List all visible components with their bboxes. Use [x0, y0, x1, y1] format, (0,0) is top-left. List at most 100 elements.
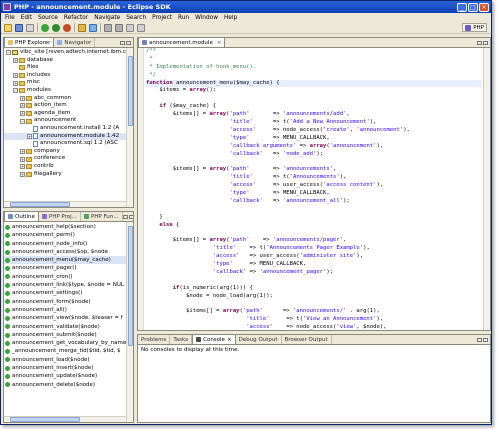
run-icon[interactable]	[52, 23, 60, 32]
expand-icon[interactable]: +	[20, 171, 25, 177]
title-bar[interactable]: PHP - announcement.module - Eclipse SDK …	[1, 1, 491, 13]
menu-refactor[interactable]: Refactor	[64, 15, 88, 21]
outline-item[interactable]: announcement_insert($node)	[4, 364, 133, 372]
outline-item[interactable]: announcement_delete($node)	[4, 381, 133, 389]
tree-item[interactable]: + agenda_item	[4, 110, 133, 118]
tab-problems[interactable]: Problems	[138, 335, 171, 344]
tree-item[interactable]: announcement.install 1.2 (A	[4, 125, 133, 133]
menu-navigate[interactable]: Navigate	[94, 15, 120, 21]
open-type-icon[interactable]	[78, 23, 86, 32]
tree-item[interactable]: + misc	[4, 79, 133, 87]
overview-ruler[interactable]	[483, 48, 490, 330]
view-controls[interactable]	[122, 214, 133, 219]
menu-run[interactable]: Run	[178, 15, 189, 21]
next-annotation-icon[interactable]	[115, 23, 123, 32]
outline-item[interactable]: announcement_link($type, $node = NUL	[4, 281, 133, 289]
outline-vertical-scrollbar[interactable]	[126, 222, 133, 422]
explorer-horizontal-scrollbar[interactable]	[4, 201, 126, 207]
tab-navigator[interactable]: Navigator	[54, 38, 96, 47]
tree-item[interactable]: announcement.sql 1.2 (ASC	[4, 140, 133, 148]
print-icon[interactable]	[26, 23, 34, 32]
forward-icon[interactable]	[137, 23, 145, 32]
outline-item[interactable]: announcement_node_info()	[4, 240, 133, 248]
expand-icon[interactable]: +	[20, 111, 25, 117]
outline-item[interactable]: announcement_perm()	[4, 231, 133, 239]
back-icon[interactable]	[126, 23, 134, 32]
outline-item[interactable]: _announcement_merge_tid($tid, $tid, $	[4, 347, 133, 355]
tree-item[interactable]: + conference	[4, 155, 133, 163]
expand-icon[interactable]: +	[20, 95, 25, 101]
tree-item[interactable]: + database	[4, 57, 133, 65]
tab-announcement-module[interactable]: announcement.module ×	[138, 38, 226, 47]
tree-item[interactable]: − vibc_site [rsven.adtech.internet.ibm.co…	[4, 49, 133, 57]
outline-item[interactable]: announcement_form($node)	[4, 298, 133, 306]
tab-php-functions[interactable]: PHP Fun...	[81, 212, 123, 221]
expand-icon[interactable]: +	[20, 164, 25, 170]
menu-project[interactable]: Project	[152, 15, 172, 21]
view-controls[interactable]	[477, 40, 488, 45]
tree-item[interactable]: − modules	[4, 87, 133, 95]
tree-item[interactable]: + abc_common	[4, 95, 133, 103]
expand-icon[interactable]: +	[13, 80, 18, 86]
code-area[interactable]: /** * * Implementation of hook_menu(). *…	[145, 48, 482, 330]
expand-icon[interactable]: +	[27, 133, 32, 139]
save-icon[interactable]	[15, 23, 23, 32]
tab-tasks[interactable]: Tasks	[170, 335, 193, 344]
outline-item[interactable]: announcement_access($op, $node	[4, 248, 133, 256]
menu-help[interactable]: Help	[224, 15, 237, 21]
outline-item[interactable]: announcement_update($node)	[4, 372, 133, 380]
collapse-icon[interactable]: −	[13, 88, 18, 94]
close-button[interactable]: ×	[479, 2, 489, 12]
collapse-icon[interactable]: −	[20, 118, 25, 124]
menu-edit[interactable]: Edit	[21, 15, 32, 21]
expand-icon[interactable]: +	[20, 103, 25, 109]
menu-search[interactable]: Search	[126, 15, 146, 21]
search-icon[interactable]	[89, 23, 97, 32]
outline-item[interactable]: announcement_pager()	[4, 264, 133, 272]
close-tab-icon[interactable]: ×	[217, 40, 222, 46]
explorer-vertical-scrollbar[interactable]	[126, 48, 133, 207]
tab-debug-output[interactable]: Debug Output	[236, 335, 282, 344]
debug-icon[interactable]	[41, 23, 49, 32]
tree-item[interactable]: files	[4, 64, 133, 72]
outline-item[interactable]: announcement_validate($node)	[4, 323, 133, 331]
outline-item[interactable]: announcement_get_vocabulary_by_name	[4, 339, 133, 347]
tab-php-project-outline[interactable]: PHP Proj...	[39, 212, 81, 221]
outline-horizontal-scrollbar[interactable]	[4, 416, 126, 422]
outline-item[interactable]: announcement_settings()	[4, 289, 133, 297]
maximize-button[interactable]: □	[468, 2, 478, 12]
tree-item[interactable]: + filegallery	[4, 171, 133, 179]
minimize-button[interactable]: _	[457, 2, 467, 12]
outline-item[interactable]: announcement_load($node)	[4, 356, 133, 364]
view-controls[interactable]	[120, 40, 131, 45]
close-tab-icon[interactable]: ×	[227, 337, 232, 343]
tree-item[interactable]: + contrib	[4, 163, 133, 171]
new-icon[interactable]	[4, 23, 12, 32]
expand-icon[interactable]: +	[13, 57, 18, 63]
tree-item[interactable]: + includes	[4, 72, 133, 80]
outline-item[interactable]: announcement_all()	[4, 306, 133, 314]
expand-icon[interactable]: +	[13, 73, 18, 79]
outline-item[interactable]: announcement_menu($may_cache)	[4, 256, 133, 265]
tab-browser-output[interactable]: Browser Output	[282, 335, 332, 344]
outline-item[interactable]: announcement_help($section)	[4, 223, 133, 231]
tree-item[interactable]: + action_item	[4, 102, 133, 110]
tree-item[interactable]: + announcement.module 1.42	[4, 132, 133, 141]
menu-source[interactable]: Source	[38, 15, 58, 21]
outline-item[interactable]: announcement_view($node, $teaser = f	[4, 314, 133, 322]
external-tools-icon[interactable]	[63, 23, 71, 32]
menu-window[interactable]: Window	[195, 15, 218, 21]
tab-php-explorer[interactable]: PHP Explorer	[4, 38, 55, 47]
menu-file[interactable]: File	[5, 15, 15, 21]
tree-item[interactable]: + company	[4, 148, 133, 156]
perspective-switcher[interactable]: PHP	[462, 23, 487, 32]
outline-item[interactable]: announcement_cron()	[4, 273, 133, 281]
prev-annotation-icon[interactable]	[104, 23, 112, 32]
view-controls[interactable]	[477, 337, 488, 342]
expand-icon[interactable]: +	[20, 156, 25, 162]
tab-console[interactable]: Console ×	[192, 335, 236, 344]
outline-item[interactable]: announcement_submit($node)	[4, 331, 133, 339]
expand-icon[interactable]: +	[20, 149, 25, 155]
tree-item[interactable]: − announcement	[4, 117, 133, 125]
tab-outline[interactable]: Outline	[4, 212, 39, 221]
